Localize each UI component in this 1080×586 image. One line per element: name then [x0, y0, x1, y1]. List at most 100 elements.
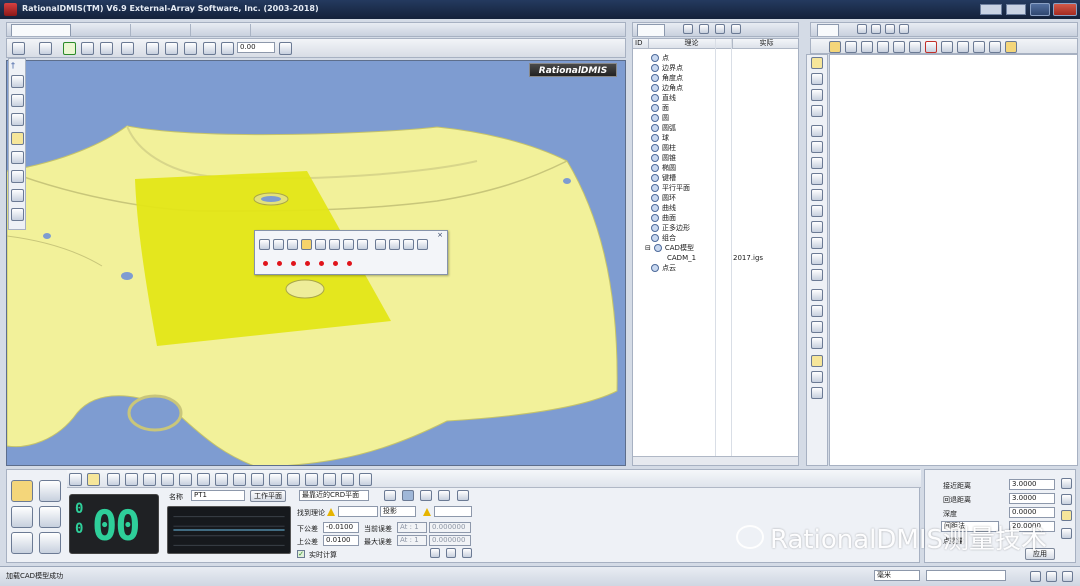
cad-mode-icon[interactable]: [39, 480, 61, 502]
probe-icon[interactable]: [899, 24, 909, 34]
zoom-window-icon[interactable]: [81, 42, 94, 55]
tree-item[interactable]: 组合: [651, 233, 676, 243]
slot-feature-icon[interactable]: [269, 473, 282, 486]
slot-icon[interactable]: [301, 239, 312, 250]
tree-item[interactable]: 球: [651, 133, 669, 143]
table-icon[interactable]: [811, 237, 823, 249]
tree-item[interactable]: 正多边形: [651, 223, 690, 233]
pan-icon[interactable]: [100, 42, 113, 55]
probe-icon[interactable]: [446, 548, 456, 558]
sphere-feature-icon[interactable]: [197, 473, 210, 486]
check-icon[interactable]: [389, 239, 400, 250]
home-icon[interactable]: [12, 42, 25, 55]
probe-selected-icon[interactable]: [11, 132, 24, 145]
arc-feature-icon[interactable]: [179, 473, 192, 486]
line-icon[interactable]: [259, 239, 270, 250]
tree-item[interactable]: 边角点: [651, 83, 683, 93]
tab-probe[interactable]: [251, 24, 311, 36]
curve-feature-icon[interactable]: [323, 473, 336, 486]
program-editor[interactable]: [829, 54, 1078, 466]
probe-scan-icon[interactable]: [11, 170, 24, 183]
upper-tolerance-input[interactable]: 0.0100: [323, 535, 359, 546]
ring-icon[interactable]: [357, 239, 368, 250]
crosshair-icon[interactable]: [279, 42, 292, 55]
probe-tool-icon[interactable]: [403, 239, 414, 250]
tree-item[interactable]: 曲线: [651, 203, 676, 213]
run-icon[interactable]: [909, 41, 921, 53]
import-icon[interactable]: [811, 321, 823, 333]
tree-item[interactable]: 圆: [651, 113, 669, 123]
ellipse-icon[interactable]: [287, 239, 298, 250]
hand-icon[interactable]: [893, 41, 905, 53]
probe-icon[interactable]: [1061, 478, 1072, 489]
delete-icon[interactable]: [925, 41, 937, 53]
hole-icon[interactable]: [343, 239, 354, 250]
picked-point[interactable]: [347, 261, 352, 266]
export-icon[interactable]: [811, 371, 823, 383]
edit-icon[interactable]: [811, 289, 823, 301]
tree-item[interactable]: 直线: [651, 93, 676, 103]
outdent-icon[interactable]: [957, 41, 969, 53]
point-feature-icon[interactable]: [87, 473, 100, 486]
monitor-icon[interactable]: [457, 490, 469, 501]
depth-input[interactable]: 0.0000: [1009, 507, 1055, 518]
target-icon[interactable]: [375, 239, 386, 250]
clear-icon[interactable]: [1005, 41, 1017, 53]
edit-icon[interactable]: [811, 105, 823, 117]
minimize-button[interactable]: [1030, 3, 1050, 16]
edit-icon[interactable]: [417, 239, 428, 250]
tab-report[interactable]: [71, 24, 131, 36]
probe-status-icon[interactable]: [1030, 571, 1041, 582]
probe-point-icon[interactable]: [11, 75, 24, 88]
line-feature-icon[interactable]: [125, 473, 138, 486]
list-icon[interactable]: [811, 305, 823, 317]
circle-icon[interactable]: [273, 239, 284, 250]
note-icon[interactable]: [811, 269, 823, 281]
probe-circle-icon[interactable]: [11, 151, 24, 164]
probe-mode-icon[interactable]: [11, 506, 33, 528]
picked-point[interactable]: [277, 261, 282, 266]
settings-icon[interactable]: [1061, 510, 1072, 521]
cone-feature-icon[interactable]: [233, 473, 246, 486]
layer-icon[interactable]: [203, 42, 216, 55]
settings-icon[interactable]: [221, 42, 234, 55]
tree-item[interactable]: 键槽: [651, 173, 676, 183]
axis-icon[interactable]: [121, 42, 134, 55]
name-input[interactable]: PT1: [191, 490, 245, 501]
check-icon[interactable]: [462, 548, 472, 558]
zoom-input[interactable]: 0.00: [237, 42, 275, 53]
indent-icon[interactable]: [941, 41, 953, 53]
pin-icon[interactable]: [811, 57, 823, 69]
tree-item[interactable]: 圆柱: [651, 143, 676, 153]
dmis-icon[interactable]: [811, 387, 823, 399]
lines-icon[interactable]: [811, 253, 823, 265]
machine-status-icon[interactable]: [1046, 571, 1057, 582]
close-icon[interactable]: ×: [436, 232, 444, 239]
round-slot-icon[interactable]: [315, 239, 326, 250]
projection-input[interactable]: [434, 506, 472, 517]
tree-item[interactable]: 边界点: [651, 63, 683, 73]
circle-feature-icon[interactable]: [161, 473, 174, 486]
axis-mode-icon[interactable]: [11, 532, 33, 554]
torus-feature-icon[interactable]: [305, 473, 318, 486]
tree-item[interactable]: 圆锥: [651, 153, 676, 163]
mode-select[interactable]: [926, 570, 1006, 581]
picked-point[interactable]: [319, 261, 324, 266]
manual-mode-icon[interactable]: [11, 480, 33, 502]
tree-item[interactable]: 点云: [651, 263, 676, 273]
arrow-icon[interactable]: [811, 189, 823, 201]
tab-table[interactable]: [131, 24, 191, 36]
tab-program[interactable]: [817, 24, 839, 36]
units-select[interactable]: 毫米: [874, 570, 920, 581]
edit-icon[interactable]: [430, 548, 440, 558]
probe-icon[interactable]: [811, 141, 823, 153]
parallel-planes-icon[interactable]: [287, 473, 300, 486]
tree-item[interactable]: 角度点: [651, 73, 683, 83]
chart-icon[interactable]: [438, 490, 450, 501]
expand-icon[interactable]: [715, 24, 725, 34]
grid-icon[interactable]: [1061, 494, 1072, 505]
probe-cylinder-icon[interactable]: [11, 189, 24, 202]
probe-surface-icon[interactable]: [11, 113, 24, 126]
surface-feature-icon[interactable]: [341, 473, 354, 486]
tab-cad-view[interactable]: [11, 24, 71, 36]
